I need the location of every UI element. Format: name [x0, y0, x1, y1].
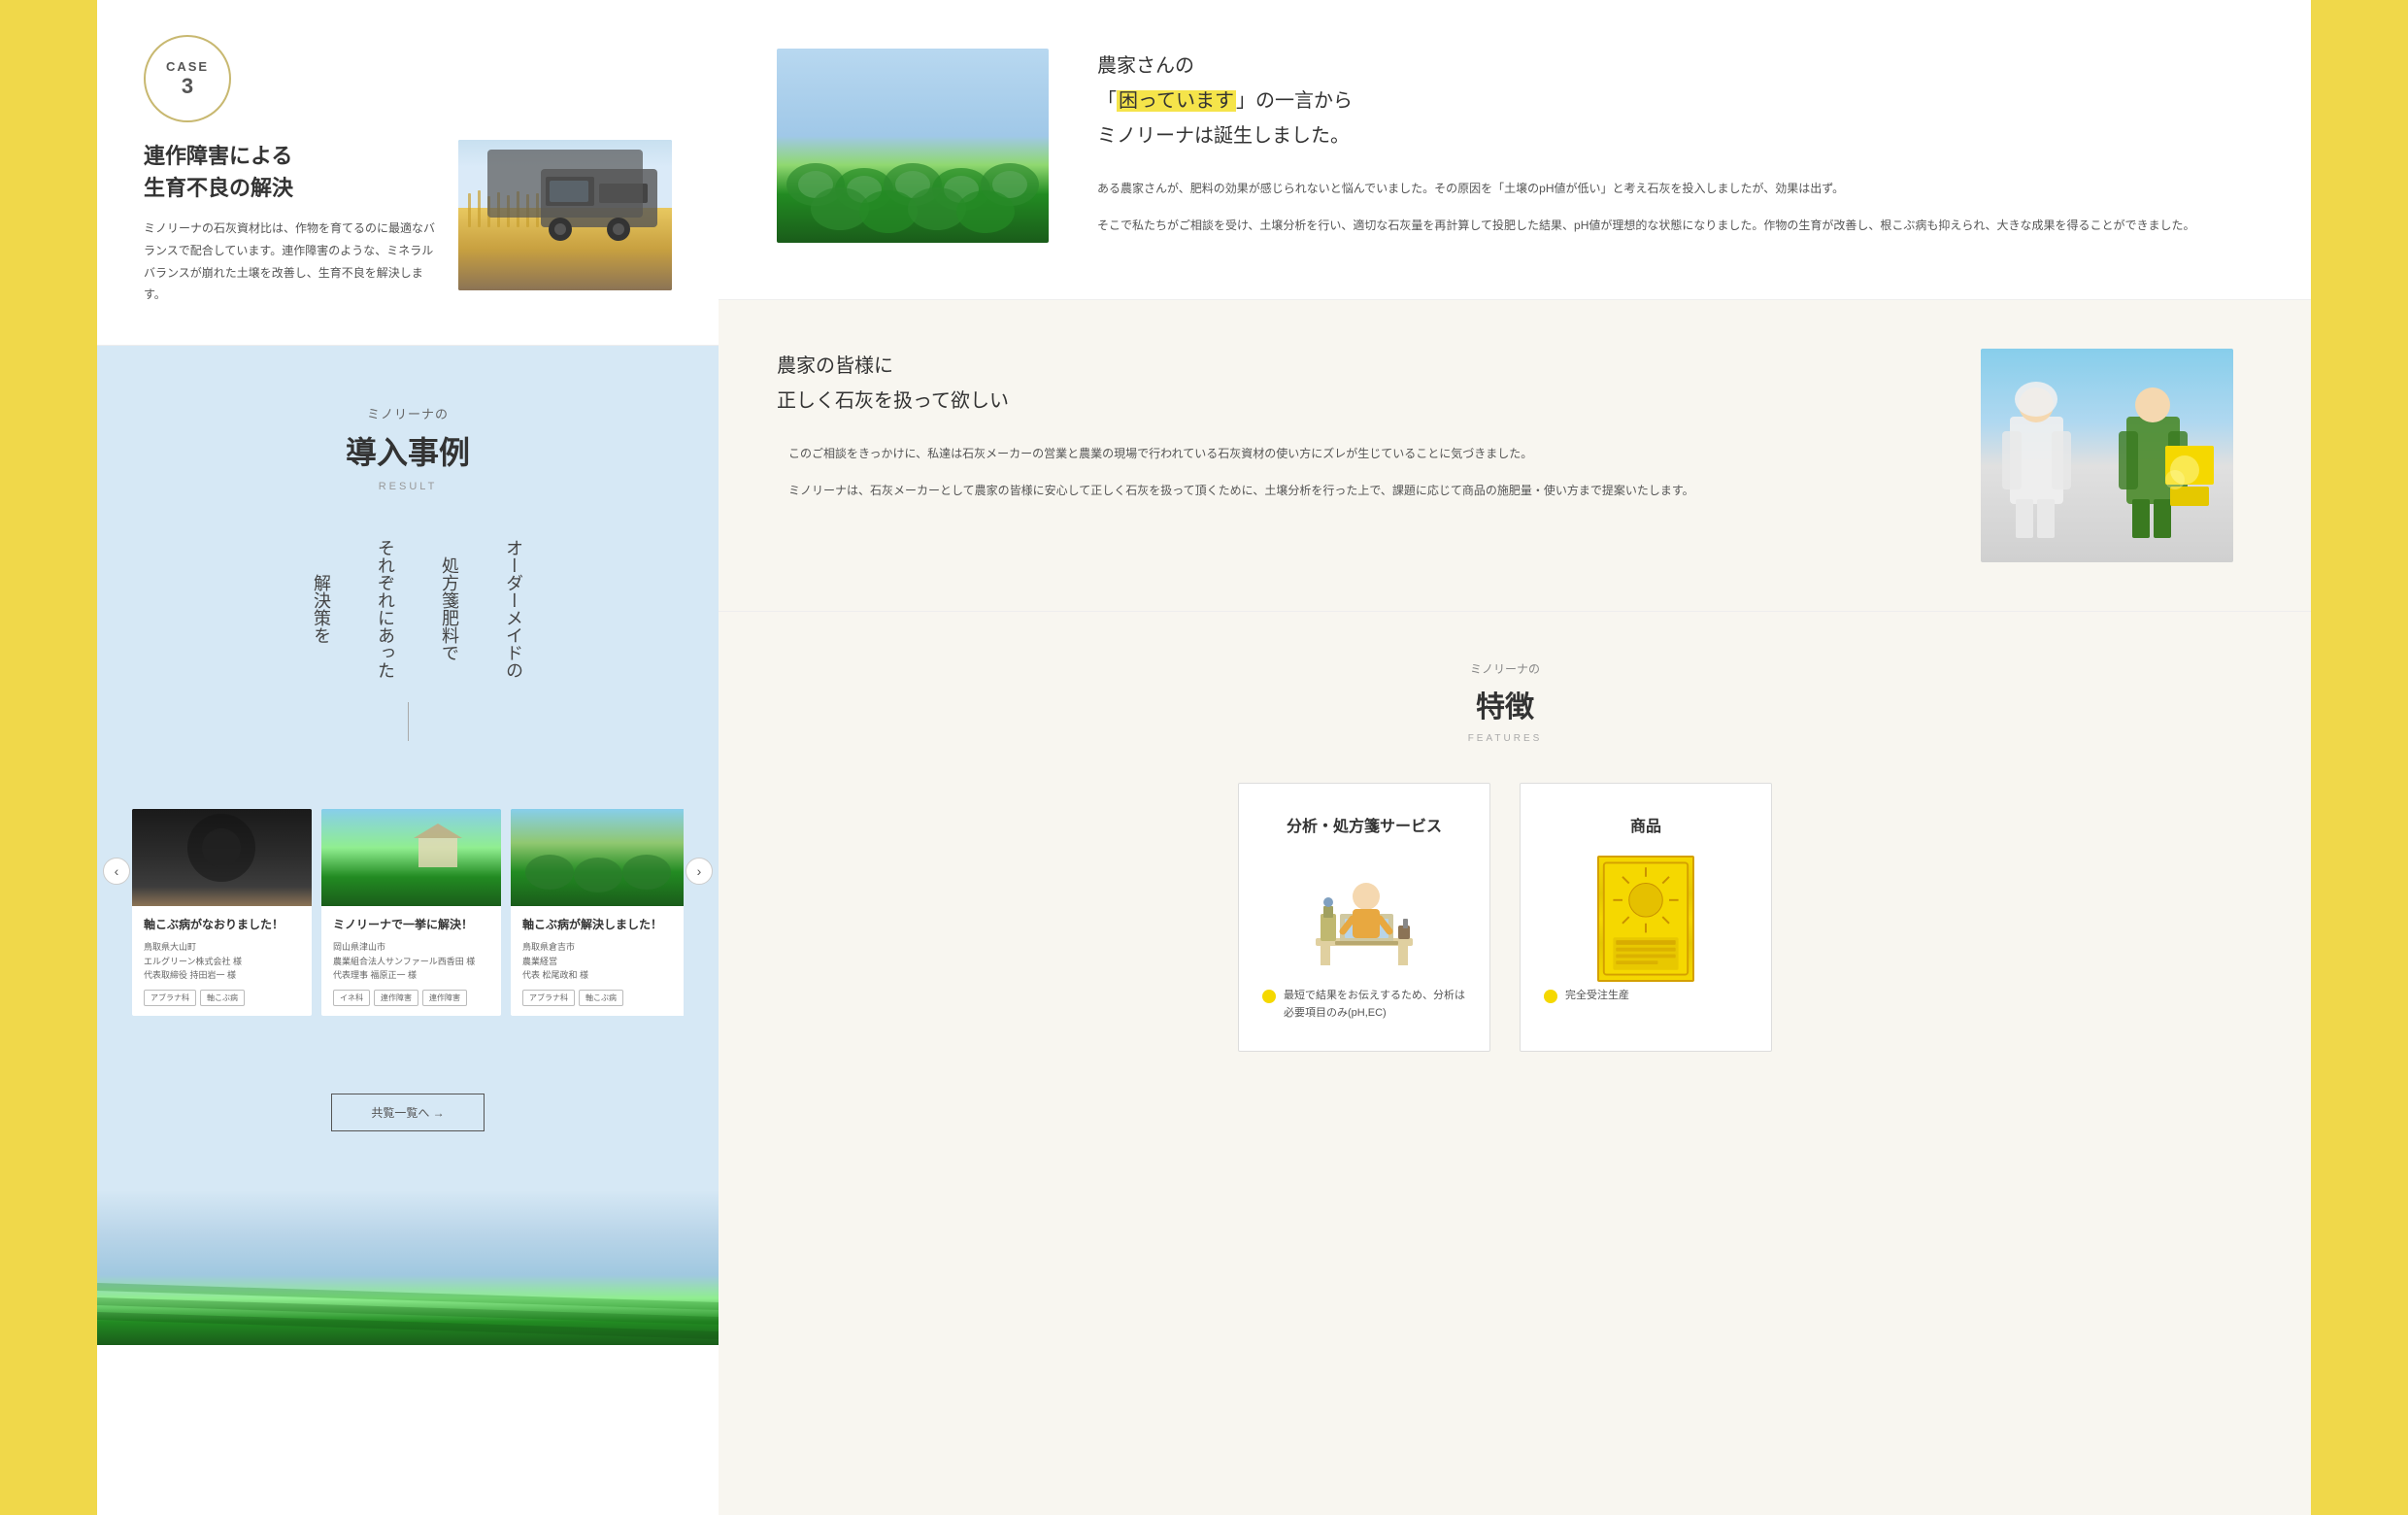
card-image-1 — [132, 809, 312, 906]
origin-section: 農家さんの 「困っています」の一言から ミノリーナは誕生しました。 ある農家さん… — [719, 0, 2311, 300]
card-tag: アブラナ科 — [144, 990, 196, 1006]
card-tags-3: アブラナ科 軸こぶ病 — [522, 990, 679, 1006]
mission-desc-1: このご相談をきっかけに、私達は石灰メーカーの営業と農業の現場で行われている石灰資… — [777, 442, 1932, 465]
mission-text: 農家の皆様に 正しく石灰を扱って欲しい このご相談をきっかけに、私達は石灰メーカ… — [777, 349, 1932, 562]
solution-item-3: 処方箋肥料で — [432, 556, 467, 661]
intro-title: 導入事例 — [144, 428, 672, 473]
feature-bullet-1: 最短で結果をお伝えするため、分析は必要項目のみ(pH,EC) — [1262, 988, 1466, 1022]
intro-subtitle: ミノリーナの — [144, 404, 672, 422]
card-tag: 軸こぶ病 — [579, 990, 623, 1006]
card-tags-1: アブラナ科 軸こぶ病 — [144, 990, 300, 1006]
features-section: ミノリーナの 特徴 FEATURES 分析・処方箋サービス — [719, 612, 2311, 1100]
card-tags-2: イネ科 連作障害 連作障害 — [333, 990, 489, 1006]
card-content-1: 軸こぶ病がなおりました！ 鳥取県大山町 エルグリーン株式会社 様 代表取締役 持… — [132, 906, 312, 1016]
card-tag: アブラナ科 — [522, 990, 575, 1006]
features-subtitle: ミノリーナの — [777, 660, 2233, 677]
feature-card-title-1: 分析・処方箋サービス — [1262, 813, 1466, 836]
case-card-1: 軸こぶ病がなおりました！ 鳥取県大山町 エルグリーン株式会社 様 代表取締役 持… — [132, 809, 312, 1016]
case-description: ミノリーナの石灰資材比は、作物を育てるのに最適なバランスで配合しています。連作障… — [144, 218, 435, 306]
card-meta-3: 鳥取県倉吉市 農業経営 代表 松尾政和 様 — [522, 940, 679, 982]
case-label: CASE — [166, 59, 209, 74]
mission-desc-2: ミノリーナは、石灰メーカーとして農家の皆様に安心して正しく石灰を扱って頂くために… — [777, 479, 1932, 502]
harvest-field-image — [458, 140, 672, 290]
card-meta-2: 岡山県津山市 農業組合法人サンファール西香田 様 代表理事 福原正一 様 — [333, 940, 489, 982]
card-content-3: 軸こぶ病が解決しました！ 鳥取県倉吉市 農業経営 代表 松尾政和 様 アブラナ科… — [511, 906, 684, 1016]
case-card-3: 軸こぶ病が解決しました！ 鳥取県倉吉市 農業経営 代表 松尾政和 様 アブラナ科… — [511, 809, 684, 1016]
case-section: CASE 3 連作障害による 生育不良の解決 ミノリーナの石灰資材比は、作物を育… — [97, 0, 719, 346]
more-btn-section: 共覧一覧へ → — [97, 1074, 719, 1190]
intro-section: ミノリーナの 導入事例 RESULT 解決策を それぞれにあった 処方箋肥料で … — [97, 346, 719, 809]
card-image-2 — [321, 809, 501, 906]
solution-item-1: 解決策を — [304, 574, 339, 644]
feature-bullet-icon-1 — [1262, 990, 1276, 1003]
feature-card-title-2: 商品 — [1544, 813, 1748, 836]
mission-section: 農家の皆様に 正しく石灰を扱って欲しい このご相談をきっかけに、私達は石灰メーカ… — [719, 300, 2311, 612]
more-button[interactable]: 共覧一覧へ → — [331, 1094, 484, 1131]
card-content-2: ミノリーナで一挙に解決！ 岡山県津山市 農業組合法人サンファール西香田 様 代表… — [321, 906, 501, 1016]
card-title-3: 軸こぶ病が解決しました！ — [522, 916, 679, 932]
solution-item-4: オーダーメイドの — [496, 539, 531, 679]
card-meta-1: 鳥取県大山町 エルグリーン株式会社 様 代表取締役 持田岩一 様 — [144, 940, 300, 982]
origin-highlight: 困っています — [1117, 90, 1236, 112]
features-title: 特徴 — [777, 683, 2233, 725]
case-cards-wrapper: ‹ — [97, 809, 719, 1016]
origin-image — [777, 49, 1049, 243]
card-tag: 軸こぶ病 — [200, 990, 245, 1006]
feature-bullet-icon-2 — [1544, 990, 1557, 1003]
origin-desc-1: ある農家さんが、肥料の効果が感じられないと悩んでいました。その原因を「土壌のpH… — [1097, 177, 2233, 200]
carousel-next-button[interactable]: › — [686, 858, 713, 885]
case-circle: CASE 3 — [144, 35, 231, 122]
case-title: 連作障害による 生育不良の解決 — [144, 140, 435, 204]
feature-card-2: 商品 — [1520, 783, 1772, 1052]
mission-image — [1981, 349, 2233, 562]
case-number: 3 — [182, 74, 193, 99]
features-label: FEATURES — [777, 733, 2233, 744]
feature-bullet-text-1: 最短で結果をお伝えするため、分析は必要項目のみ(pH,EC) — [1284, 988, 1466, 1022]
origin-text: 農家さんの 「困っています」の一言から ミノリーナは誕生しました。 ある農家さん… — [1097, 49, 2233, 251]
card-title-2: ミノリーナで一挙に解決！ — [333, 916, 489, 932]
feature-card-1: 分析・処方箋サービス — [1238, 783, 1490, 1052]
card-image-3 — [511, 809, 684, 906]
product-box — [1597, 856, 1694, 982]
feature-bullet-2: 完全受注生産 — [1544, 988, 1748, 1005]
card-tag: 連作障害 — [422, 990, 467, 1006]
case-card-2: ミノリーナで一挙に解決！ 岡山県津山市 農業組合法人サンファール西香田 様 代表… — [321, 809, 501, 1016]
solution-block: 解決策を それぞれにあった 処方箋肥料で オーダーメイドの — [144, 539, 672, 679]
card-title-1: 軸こぶ病がなおりました！ — [144, 916, 300, 932]
case-cards-list: 軸こぶ病がなおりました！ 鳥取県大山町 エルグリーン株式会社 様 代表取締役 持… — [132, 809, 684, 1016]
origin-desc-2: そこで私たちがご相談を受け、土壌分析を行い、適切な石灰量を再計算して投肥した結果… — [1097, 214, 2233, 237]
intro-result-label: RESULT — [144, 481, 672, 492]
solution-item-2: それぞれにあった — [368, 539, 403, 679]
case-image — [458, 140, 672, 290]
features-cards: 分析・処方箋サービス — [777, 783, 2233, 1052]
feature-illustration-2 — [1588, 856, 1704, 972]
solution-divider — [408, 702, 409, 741]
mission-title: 農家の皆様に 正しく石灰を扱って欲しい — [777, 349, 1932, 419]
feature-illustration-1 — [1306, 856, 1422, 972]
carousel-prev-button[interactable]: ‹ — [103, 858, 130, 885]
feature-bullet-text-2: 完全受注生産 — [1565, 988, 1629, 1005]
origin-title: 農家さんの 「困っています」の一言から ミノリーナは誕生しました。 — [1097, 49, 2233, 153]
card-tag: イネ科 — [333, 990, 370, 1006]
left-panel: CASE 3 連作障害による 生育不良の解決 ミノリーナの石灰資材比は、作物を育… — [97, 0, 719, 1515]
field-background — [97, 1190, 719, 1345]
case-cards-section: ‹ — [97, 809, 719, 1074]
right-panel: 農家さんの 「困っています」の一言から ミノリーナは誕生しました。 ある農家さん… — [719, 0, 2311, 1515]
card-tag: 連作障害 — [374, 990, 418, 1006]
